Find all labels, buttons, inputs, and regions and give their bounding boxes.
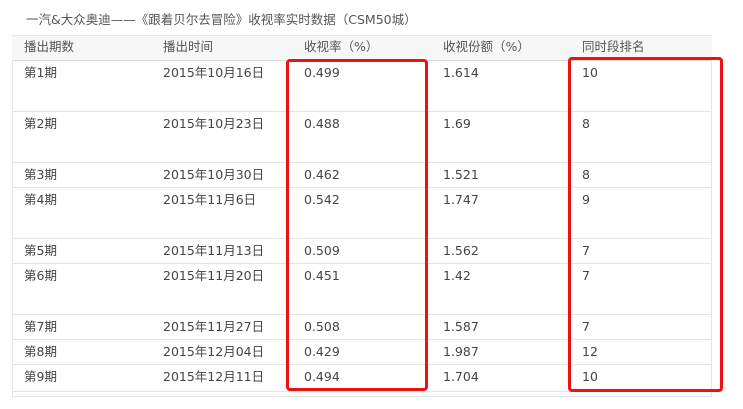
table-row: 第3期 2015年10月30日 0.462 1.521 8	[12, 162, 712, 188]
cell-rank: 8	[570, 162, 712, 188]
table-row: 第2期 2015年10月23日 0.488 1.69 8	[12, 111, 712, 163]
cell-rating: 0.429	[292, 339, 431, 365]
cell-share: 1.614	[431, 60, 570, 112]
cell-rank: 12	[570, 339, 712, 365]
header-rating: 收视率（%）	[292, 36, 431, 61]
cell-share: 1.987	[431, 339, 570, 365]
cell-episode: 第8期	[12, 339, 151, 365]
table-row: 第4期 2015年11月6日 0.542 1.747 9	[12, 187, 712, 239]
cell-share: 1.747	[431, 187, 570, 239]
cell-share: 1.42	[431, 263, 570, 315]
cell-episode: 第9期	[12, 364, 151, 392]
cell-share: 1.521	[431, 162, 570, 188]
cell-episode: 第1期	[12, 60, 151, 112]
cell-air-date: 2015年12月04日	[151, 339, 292, 365]
cell-share: 1.562	[431, 238, 570, 264]
cell-episode: 第7期	[12, 314, 151, 340]
cell-rating: 0.488	[292, 111, 431, 163]
table-row: 第1期 2015年10月16日 0.499 1.614 10	[12, 60, 712, 112]
cell-rank: 8	[570, 111, 712, 163]
cell-episode: 第6期	[12, 263, 151, 315]
header-episode: 播出期数	[12, 36, 151, 61]
cell-rank: 7	[570, 314, 712, 340]
cell-rank: 10	[570, 60, 712, 112]
cell-episode: 第4期	[12, 187, 151, 239]
table-row: 第8期 2015年12月04日 0.429 1.987 12	[12, 339, 712, 365]
cell-share: 1.587	[431, 314, 570, 340]
cell-air-date: 2015年12月11日	[151, 364, 292, 392]
cell-share: 1.69	[431, 111, 570, 163]
ratings-table: 播出期数 播出时间 收视率（%） 收视份额（%） 同时段排名 第1期 2015年…	[12, 36, 712, 392]
cell-rank: 9	[570, 187, 712, 239]
cell-episode: 第3期	[12, 162, 151, 188]
cell-rating: 0.508	[292, 314, 431, 340]
cell-rating: 0.494	[292, 364, 431, 392]
cell-air-date: 2015年11月6日	[151, 187, 292, 239]
cell-rating: 0.499	[292, 60, 431, 112]
header-air-date: 播出时间	[151, 36, 292, 61]
cell-rank: 7	[570, 263, 712, 315]
table-row: 第6期 2015年11月20日 0.451 1.42 7	[12, 263, 712, 315]
header-share: 收视份额（%）	[431, 36, 570, 61]
cell-rank: 10	[570, 364, 712, 392]
cell-air-date: 2015年10月23日	[151, 111, 292, 163]
cell-air-date: 2015年11月27日	[151, 314, 292, 340]
cell-share: 1.704	[431, 364, 570, 392]
header-rank: 同时段排名	[570, 36, 712, 61]
cell-rating: 0.509	[292, 238, 431, 264]
cell-rating: 0.451	[292, 263, 431, 315]
table-row: 第5期 2015年11月13日 0.509 1.562 7	[12, 238, 712, 264]
cell-air-date: 2015年10月16日	[151, 60, 292, 112]
cell-rating: 0.462	[292, 162, 431, 188]
cell-rank: 7	[570, 238, 712, 264]
table-row: 第9期 2015年12月11日 0.494 1.704 10	[12, 364, 712, 392]
table-row: 第7期 2015年11月27日 0.508 1.587 7	[12, 314, 712, 340]
cell-episode: 第2期	[12, 111, 151, 163]
table-caption: 一汽&大众奥迪——《跟着贝尔去冒险》收视率实时数据（CSM50城）	[12, 6, 712, 36]
cell-rating: 0.542	[292, 187, 431, 239]
cell-episode: 第5期	[12, 238, 151, 264]
cell-air-date: 2015年11月20日	[151, 263, 292, 315]
cell-air-date: 2015年10月30日	[151, 162, 292, 188]
table-header-row: 播出期数 播出时间 收视率（%） 收视份额（%） 同时段排名	[12, 36, 712, 61]
cell-air-date: 2015年11月13日	[151, 238, 292, 264]
